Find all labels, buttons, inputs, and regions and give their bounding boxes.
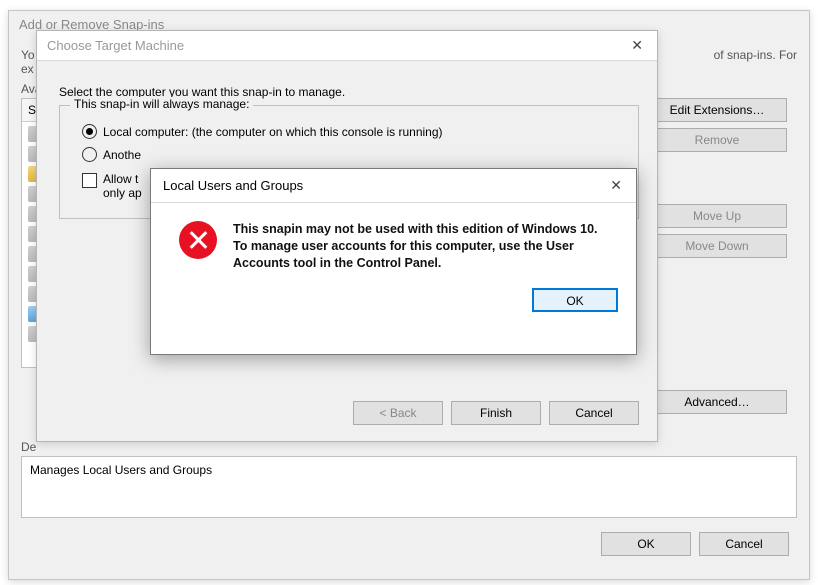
error-icon — [179, 221, 217, 259]
move-down-button[interactable]: Move Down — [647, 234, 787, 258]
error-message-dialog: Local Users and Groups ✕ This snapin may… — [150, 168, 637, 355]
checkbox-icon — [82, 173, 97, 188]
error-message: This snapin may not be used with this ed… — [233, 221, 612, 272]
radio-icon — [82, 147, 97, 162]
ok-button[interactable]: OK — [532, 288, 618, 312]
checkbox-label: Allow t only ap — [103, 172, 142, 200]
finish-button[interactable]: Finish — [451, 401, 541, 425]
radio-label: Local computer: (the computer on which t… — [103, 125, 443, 139]
dialog-title: Local Users and Groups — [163, 178, 303, 193]
radio-local-computer[interactable]: Local computer: (the computer on which t… — [82, 124, 624, 139]
radio-icon — [82, 124, 97, 139]
edit-extensions-button[interactable]: Edit Extensions… — [647, 98, 787, 122]
description-label: De — [21, 440, 797, 454]
ok-button[interactable]: OK — [601, 532, 691, 556]
dialog-titlebar: Choose Target Machine ✕ — [37, 31, 657, 61]
back-button[interactable]: < Back — [353, 401, 443, 425]
remove-button[interactable]: Remove — [647, 128, 787, 152]
group-legend: This snap-in will always manage: — [70, 97, 253, 111]
move-up-button[interactable]: Move Up — [647, 204, 787, 228]
radio-label: Anothe — [103, 148, 141, 162]
radio-another-computer[interactable]: Anothe — [82, 147, 624, 162]
close-icon[interactable]: ✕ — [627, 37, 647, 54]
dialog-title: Choose Target Machine — [47, 38, 184, 53]
close-icon[interactable]: ✕ — [606, 177, 626, 194]
selected-actions: Edit Extensions… Remove Move Up Move Dow… — [647, 98, 797, 414]
advanced-button[interactable]: Advanced… — [647, 390, 787, 414]
cancel-button[interactable]: Cancel — [699, 532, 789, 556]
dialog-titlebar: Local Users and Groups ✕ — [151, 169, 636, 203]
cancel-button[interactable]: Cancel — [549, 401, 639, 425]
description-box: Manages Local Users and Groups — [21, 456, 797, 518]
